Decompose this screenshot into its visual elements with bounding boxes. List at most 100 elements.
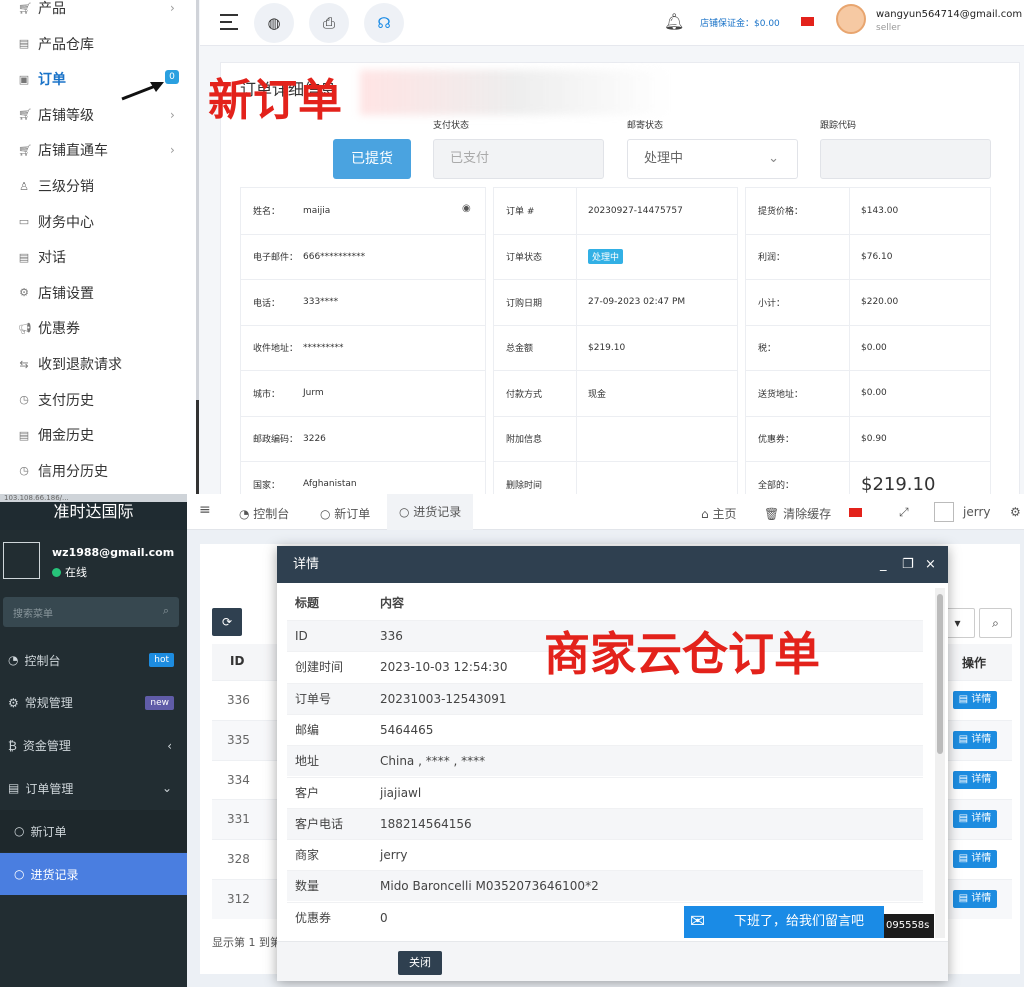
menu-toggle-icon[interactable] — [220, 14, 238, 30]
gear-icon[interactable]: ⚙ — [1010, 505, 1021, 519]
sidebar-menu-item-1[interactable]: ⚙ 常规管理 new — [0, 682, 187, 724]
clear-cache-label: 清除缓存 — [783, 507, 832, 521]
bell-icon[interactable]: 🔔︎ — [664, 12, 684, 31]
sidebar-item-5[interactable]: ♙ 三级分销 — [18, 176, 94, 196]
price-key: 利润： — [758, 253, 786, 263]
circle-icon: ○ — [14, 824, 25, 839]
tab-dashboard[interactable]: ◔ 控制台 — [239, 505, 289, 522]
china-flag-icon[interactable] — [849, 508, 862, 517]
tab-purchase-record[interactable]: ○ 进货记录 — [387, 494, 474, 530]
pay-status-field[interactable]: 已支付 — [433, 139, 604, 179]
fullscreen-icon[interactable]: ⤢ — [899, 505, 909, 520]
close-button[interactable]: 关闭 — [398, 951, 442, 975]
modal-row-value: 2023-10-03 12:54:30 — [380, 660, 508, 675]
sidebar-item-label: 信用分历史 — [38, 463, 108, 480]
sidebar-item-7[interactable]: ▤ 对话 — [18, 247, 66, 267]
search-icon[interactable]: ⌕ — [163, 604, 169, 618]
shipping-status-select[interactable]: 处理中 ⌄ — [627, 139, 798, 179]
chevron-left-icon[interactable]: ‹ — [167, 739, 172, 753]
chevron-right-icon[interactable]: › — [170, 1, 175, 15]
clear-cache-link[interactable]: 🗑︎ 清除缓存 — [764, 505, 831, 522]
sidebar-item-label: 对话 — [38, 250, 66, 267]
refresh-button[interactable]: ⟳ — [212, 608, 242, 636]
price-row: 税： $0.00 — [746, 324, 990, 370]
detail-button[interactable]: ▤ 详情 — [953, 890, 997, 908]
sidebar-menu-item-0[interactable]: ◔ 控制台 hot — [0, 639, 187, 681]
sidebar-item-6[interactable]: ▭ 财务中心 — [18, 212, 94, 232]
modal-col-content: 内容 — [380, 596, 405, 610]
sidebar-item-label: 优惠券 — [38, 321, 80, 338]
print-icon[interactable]: ⎙ — [309, 3, 349, 43]
sidebar-item-4[interactable]: 🛒︎ 店铺直通车 — [18, 140, 108, 160]
modal-row: 地址 China , **** , **** — [287, 745, 923, 777]
search-icon[interactable]: ⌕ — [979, 608, 1012, 638]
order-value: $219.10 — [588, 342, 626, 353]
modal-title: 详情 — [293, 557, 320, 572]
cloud-warehouse-overlay-label: 商家云仓订单 — [544, 627, 820, 681]
price-value: $76.10 — [861, 251, 893, 262]
sidebar-menu-item-4[interactable]: ○ 新订单 — [0, 810, 187, 853]
customer-value: ********* — [303, 342, 344, 353]
detail-button-label: 详情 — [971, 694, 992, 705]
list-icon: ▤ — [8, 781, 20, 796]
globe-icon[interactable]: ◍ — [254, 3, 294, 43]
avatar — [3, 542, 40, 579]
sidebar-item-3[interactable]: 🛒︎ 店铺等级 — [18, 105, 94, 125]
row-id: 312 — [227, 892, 250, 906]
chat-widget[interactable]: ✉ 下班了，给我们留言吧 — [684, 906, 884, 938]
maximize-icon[interactable]: ❐ — [902, 546, 914, 583]
sidebar-item-9[interactable]: 📢︎ 优惠券 — [18, 318, 80, 338]
modal-row-value: jiajiawl — [380, 785, 422, 800]
detail-button[interactable]: ▤ 详情 — [953, 770, 997, 789]
detail-button[interactable]: ▤ 详情 — [953, 810, 997, 829]
sidebar-scrollbar-thumb[interactable] — [196, 400, 199, 494]
customer-row: 国家： Afghanistan — [241, 461, 485, 494]
chevron-right-icon[interactable]: › — [170, 143, 175, 157]
admin-email: wz1988@gmail.com — [52, 546, 175, 559]
delivered-button[interactable]: 已提货 — [333, 139, 411, 179]
order-icon: ▣ — [18, 72, 30, 86]
tab-new-order[interactable]: ○ 新订单 — [320, 505, 370, 522]
chevron-right-icon[interactable]: › — [170, 108, 175, 122]
sidebar-menu-item-2[interactable]: ₿ 资金管理 ‹ — [0, 725, 187, 767]
detail-button-label: 详情 — [971, 893, 992, 904]
sidebar-menu-item-5[interactable]: ○ 进货记录 — [0, 853, 187, 895]
home-link[interactable]: ⌂ 主页 — [701, 505, 736, 522]
china-flag-icon[interactable] — [801, 17, 814, 26]
order-value: 现金 — [588, 389, 607, 400]
modal-scrollbar-thumb[interactable] — [937, 594, 943, 754]
sidebar-menu-item-3[interactable]: ▤ 订单管理 ⌄ — [0, 767, 187, 809]
sidebar-item-12[interactable]: ▤ 佣金历史 — [18, 425, 94, 445]
eye-icon[interactable]: ◉ — [462, 203, 471, 214]
minimize-icon[interactable]: _ — [880, 546, 887, 583]
sidebar-item-2[interactable]: ▣ 订单 — [18, 69, 66, 89]
mail-icon: ✉ — [690, 911, 706, 932]
sidebar-item-8[interactable]: ⚙ 店铺设置 — [18, 283, 94, 303]
menu-toggle-icon[interactable]: ≡ — [199, 502, 211, 518]
detail-button-label: 详情 — [971, 813, 992, 825]
sidebar-item-11[interactable]: ◷ 支付历史 — [18, 390, 94, 410]
price-row: 送货地址： $0.00 — [746, 370, 990, 415]
detail-button[interactable]: ▤ 详情 — [953, 730, 997, 749]
modal-row-value: 188214564156 — [380, 816, 472, 831]
tab-dashboard-label: 控制台 — [253, 507, 290, 521]
user-avatar-icon[interactable] — [934, 502, 954, 522]
chevron-down-icon[interactable]: ⌄ — [162, 781, 172, 795]
customer-value: 666********** — [303, 251, 366, 262]
tracking-code-input[interactable] — [820, 139, 991, 179]
column-divider — [849, 188, 850, 494]
headset-icon[interactable]: ☊ — [364, 3, 404, 43]
sidebar-item-1[interactable]: ▤ 产品仓库 — [18, 34, 94, 54]
detail-button[interactable]: ▤ 详情 — [953, 691, 997, 709]
modal-table-header: 标题 内容 — [287, 588, 923, 619]
modal-row-value: 20231003-12543091 — [380, 691, 507, 706]
sidebar-item-10[interactable]: ⇆ 收到退款请求 — [18, 354, 122, 374]
close-icon[interactable]: × — [925, 546, 936, 583]
sidebar-item-13[interactable]: ◷ 信用分历史 — [18, 461, 108, 481]
menu-search-input[interactable]: 搜索菜单 ⌕ — [3, 597, 179, 627]
chat-icon: ▤ — [18, 250, 30, 264]
action-column-header: 操作 — [962, 656, 987, 670]
avatar[interactable] — [836, 4, 866, 34]
sidebar-item-0[interactable]: 🛒︎ 产品 — [18, 0, 66, 18]
detail-button[interactable]: ▤ 详情 — [953, 850, 997, 869]
